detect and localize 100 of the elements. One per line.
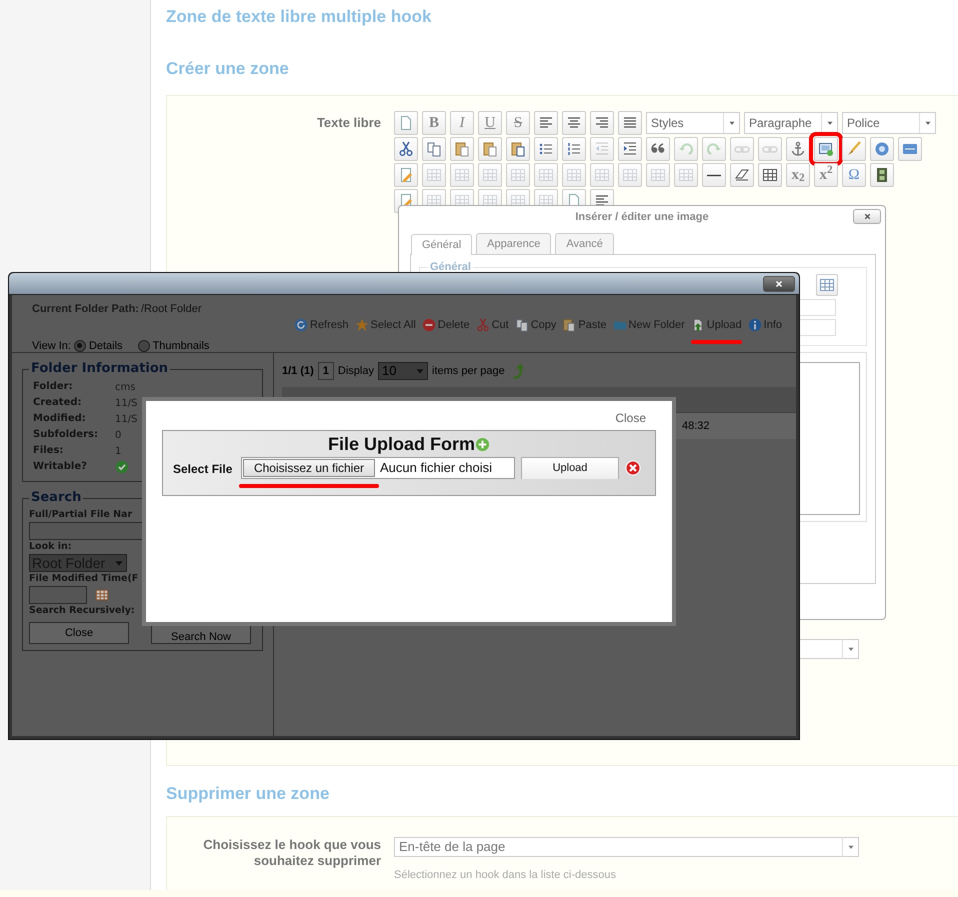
close-button[interactable] [853, 209, 881, 224]
table-icon [426, 167, 442, 183]
edit-button[interactable] [394, 163, 418, 187]
html-button[interactable] [898, 137, 922, 161]
dialog-title: Insérer / éditer une image [575, 210, 709, 225]
browse-button[interactable] [816, 274, 838, 296]
delete-icon [422, 318, 436, 332]
choose-file-button[interactable]: Choisissez un fichier [243, 459, 375, 477]
table-icon [650, 167, 666, 183]
remove-format-button[interactable] [730, 163, 754, 187]
bold-button[interactable]: B [422, 111, 446, 135]
clipboard-icon [482, 141, 498, 157]
close-button[interactable]: Close [29, 622, 129, 644]
upload-button[interactable]: Upload [521, 457, 619, 479]
table-icon [622, 167, 638, 183]
toolbar-item[interactable]: Cut [476, 317, 509, 334]
superscript-button[interactable]: x$^{2}$ [814, 163, 838, 187]
clipboard-icon [454, 141, 470, 157]
close-link[interactable]: Close [615, 409, 646, 427]
copy-button[interactable] [422, 137, 446, 161]
horizontal-rule-button[interactable] [702, 163, 726, 187]
table-icon [594, 167, 610, 183]
field-label: Full/Partial File Nar [29, 508, 134, 522]
image-icon [818, 141, 834, 157]
radio-button[interactable] [138, 340, 150, 352]
table-icon [538, 167, 554, 183]
italic-button[interactable]: I [450, 111, 474, 135]
cut-button[interactable] [394, 137, 418, 161]
dialog-tab[interactable]: Général [411, 234, 472, 255]
toolbar-item[interactable]: Refresh [294, 317, 349, 334]
add-icon [475, 436, 490, 452]
info-value: 11/S [115, 396, 138, 410]
radio-button[interactable] [74, 340, 86, 352]
align-right-button[interactable] [590, 111, 614, 135]
paste-word-button[interactable] [506, 137, 530, 161]
close-icon [862, 212, 872, 221]
table-icon [510, 167, 526, 183]
bullet-list-button[interactable] [534, 137, 558, 161]
info-label: Files: [33, 444, 64, 458]
table-icon [454, 167, 470, 183]
info-value: 11/S [115, 412, 138, 426]
dialog-tab[interactable]: Apparence [476, 232, 552, 254]
align-left-button[interactable] [534, 111, 558, 135]
align-justify-button[interactable] [618, 111, 642, 135]
anchor-button[interactable] [786, 137, 810, 161]
toolbar-dropdown[interactable]: Police [842, 112, 936, 134]
info-icon [748, 318, 762, 332]
align-center-button[interactable] [562, 111, 586, 135]
copy-icon [426, 141, 442, 157]
subscript-button[interactable]: x$_{2}$ [786, 163, 810, 187]
toolbar-item[interactable]: Select All [354, 317, 416, 334]
toolbar-item[interactable]: New Folder [612, 317, 685, 334]
help-button[interactable] [870, 137, 894, 161]
toolbar-dropdown[interactable]: Styles [646, 112, 740, 134]
field-label: Choisissez le hook que vous souhaitez supprimer [202, 837, 381, 870]
panel-title: Folder Information [30, 361, 170, 377]
blockquote-button[interactable] [646, 137, 670, 161]
toolbar-item[interactable]: Delete [422, 317, 470, 334]
table-cell-text: 48:32 [682, 419, 710, 434]
select-all-icon [354, 318, 369, 332]
strikethrough-button[interactable]: S [506, 111, 530, 135]
info-label: Created: [33, 396, 83, 410]
calendar-icon [95, 588, 109, 602]
underline-button[interactable]: U [478, 111, 502, 135]
path-label: Current Folder Path: [32, 302, 139, 317]
help-icon [874, 141, 890, 157]
toolbar-item[interactable]: Info [748, 317, 782, 334]
page-size-dropdown[interactable]: 10 [378, 362, 428, 380]
path-link[interactable]: /Root Folder [140, 301, 202, 318]
numbered-list-icon [566, 141, 582, 157]
toolbar-dropdown[interactable]: Paragraphe [744, 112, 838, 134]
indent-button[interactable] [618, 137, 642, 161]
eraser-icon [734, 167, 750, 183]
new-document-button[interactable] [394, 111, 418, 135]
insert-table-button[interactable] [758, 163, 782, 187]
clipboard-icon [510, 141, 526, 157]
dropdown-value: En-tête de la page [399, 838, 506, 856]
close-button[interactable] [763, 276, 795, 292]
media-button[interactable] [870, 163, 894, 187]
paste-text-button[interactable] [478, 137, 502, 161]
special-character-button[interactable]: Ω [842, 163, 866, 187]
cancel-icon [625, 460, 641, 476]
bullet-list-icon [538, 141, 554, 157]
horizontal-line-icon [706, 174, 722, 176]
toolbar-item[interactable]: Paste [562, 317, 607, 334]
date-field[interactable] [29, 586, 87, 604]
dialog-tab[interactable]: Avancé [555, 232, 614, 254]
info-value: cms [115, 380, 136, 394]
toolbar-item[interactable]: Copy [514, 317, 556, 334]
copy-icon [514, 318, 529, 332]
radio-label: Thumbnails [152, 338, 210, 354]
numbered-list-button[interactable] [562, 137, 586, 161]
scissors-icon [398, 141, 414, 157]
table-icon [678, 167, 694, 183]
hint-text: Sélectionnez un hook dans la liste ci-dessous [394, 868, 617, 883]
hook-dropdown[interactable]: En-tête de la page [394, 837, 859, 857]
toolbar-item[interactable]: Upload [690, 317, 742, 334]
document-pencil-icon [398, 167, 414, 183]
paste-button[interactable] [450, 137, 474, 161]
page-link[interactable]: 1 [318, 362, 334, 380]
